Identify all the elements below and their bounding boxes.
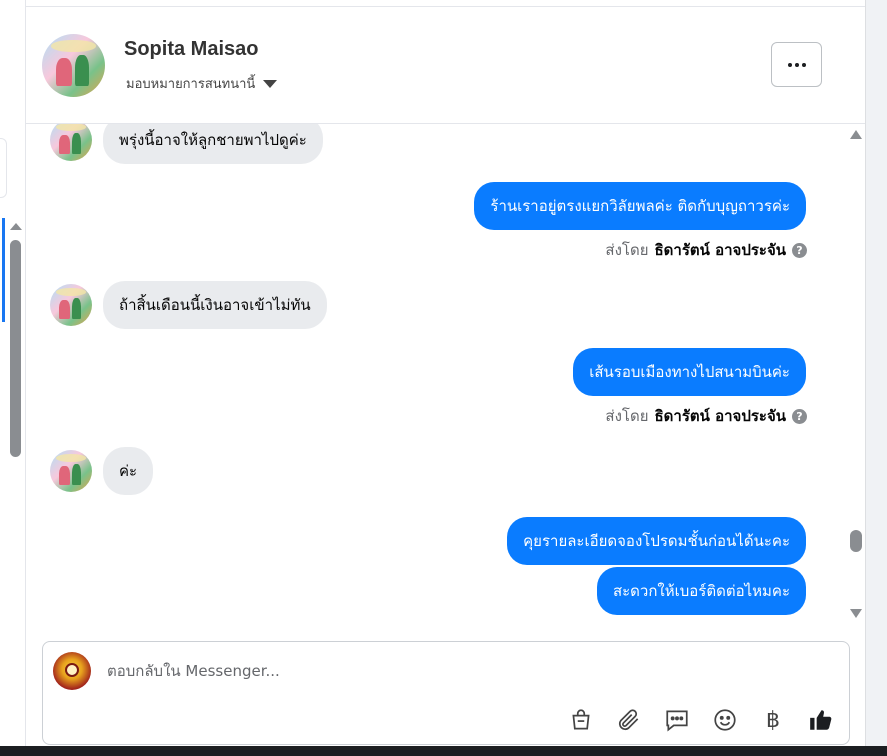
- sent-by-info: ส่งโดย ธิดารัตน์ อาจประจัน ?: [605, 404, 807, 428]
- message-list: พรุ่งนี้อาจให้ลูกชายพาไปดูค่ะ ร้านเราอยู…: [26, 124, 865, 622]
- help-icon[interactable]: ?: [792, 242, 807, 258]
- chat-scroll-up-arrow[interactable]: [850, 130, 862, 139]
- sender-avatar: [50, 124, 92, 161]
- sent-by-prefix: ส่งโดย: [605, 241, 649, 259]
- agent-name: ธิดารัตน์ อาจประจัน: [654, 407, 787, 425]
- assign-label: มอบหมายการสนทนานี้: [126, 77, 256, 92]
- sender-avatar: [50, 284, 92, 326]
- chat-scrollbar-thumb[interactable]: [850, 530, 862, 552]
- bottom-taskbar-edge: [0, 746, 887, 756]
- emoji-icon[interactable]: [711, 706, 739, 734]
- page-avatar: [53, 652, 91, 690]
- saved-reply-icon[interactable]: [663, 706, 691, 734]
- left-scroll-up-arrow[interactable]: [10, 223, 22, 230]
- right-edge-strip: [865, 0, 887, 756]
- baht-payment-icon[interactable]: ฿: [759, 706, 787, 734]
- outgoing-message-bubble[interactable]: ร้านเราอยู่ตรงแยกวิลัยพลค่ะ ติดกับบุญถาว…: [474, 182, 806, 230]
- agent-name: ธิดารัตน์ อาจประจัน: [654, 241, 787, 259]
- reply-composer: ฿: [42, 641, 850, 745]
- outgoing-message-bubble[interactable]: เส้นรอบเมืองทางไปสนามบินค่ะ: [573, 348, 806, 396]
- caret-down-icon: [263, 79, 278, 88]
- outgoing-message-bubble[interactable]: คุยรายละเอียดจองโปรดมชั้นก่อนได้นะคะ: [507, 517, 806, 565]
- assign-conversation-dropdown[interactable]: มอบหมายการสนทนานี้: [126, 73, 278, 94]
- message-bubble[interactable]: ถ้าสิ้นเดือนนี้เงินอาจเข้าไม่ทัน: [103, 281, 327, 329]
- composer-toolbar: ฿: [567, 706, 835, 734]
- sender-avatar: [50, 450, 92, 492]
- incoming-message: ค่ะ: [50, 447, 154, 495]
- help-icon[interactable]: ?: [792, 408, 807, 424]
- incoming-message: ถ้าสิ้นเดือนนี้เงินอาจเข้าไม่ทัน: [50, 281, 327, 329]
- incoming-message: พรุ่งนี้อาจให้ลูกชายพาไปดูค่ะ: [50, 124, 323, 164]
- right-divider: [865, 0, 866, 756]
- shopping-bag-icon[interactable]: [567, 706, 595, 734]
- left-card-edge: [0, 138, 7, 198]
- sent-by-prefix: ส่งโดย: [605, 407, 649, 425]
- more-dots-icon: [787, 62, 792, 67]
- more-options-button[interactable]: [771, 42, 822, 87]
- selected-indicator: [2, 218, 5, 322]
- paperclip-icon[interactable]: [615, 706, 643, 734]
- contact-name[interactable]: Sopita Maisao: [124, 38, 258, 61]
- left-panel-strip: [0, 0, 26, 756]
- left-scrollbar-thumb[interactable]: [10, 240, 21, 457]
- contact-avatar[interactable]: [42, 34, 105, 97]
- chat-scroll-down-arrow[interactable]: [850, 609, 862, 618]
- thumbs-up-icon[interactable]: [807, 706, 835, 734]
- sent-by-info: ส่งโดย ธิดารัตน์ อาจประจัน ?: [605, 238, 807, 262]
- message-bubble[interactable]: ค่ะ: [103, 447, 154, 495]
- conversation-panel: Sopita Maisao มอบหมายการสนทนานี้ พรุ่งนี…: [26, 0, 865, 746]
- reply-input[interactable]: [107, 662, 707, 680]
- message-bubble[interactable]: พรุ่งนี้อาจให้ลูกชายพาไปดูค่ะ: [103, 124, 323, 164]
- outgoing-message-bubble[interactable]: สะดวกให้เบอร์ติดต่อไหมคะ: [596, 567, 806, 615]
- conversation-header: Sopita Maisao มอบหมายการสนทนานี้: [26, 7, 865, 124]
